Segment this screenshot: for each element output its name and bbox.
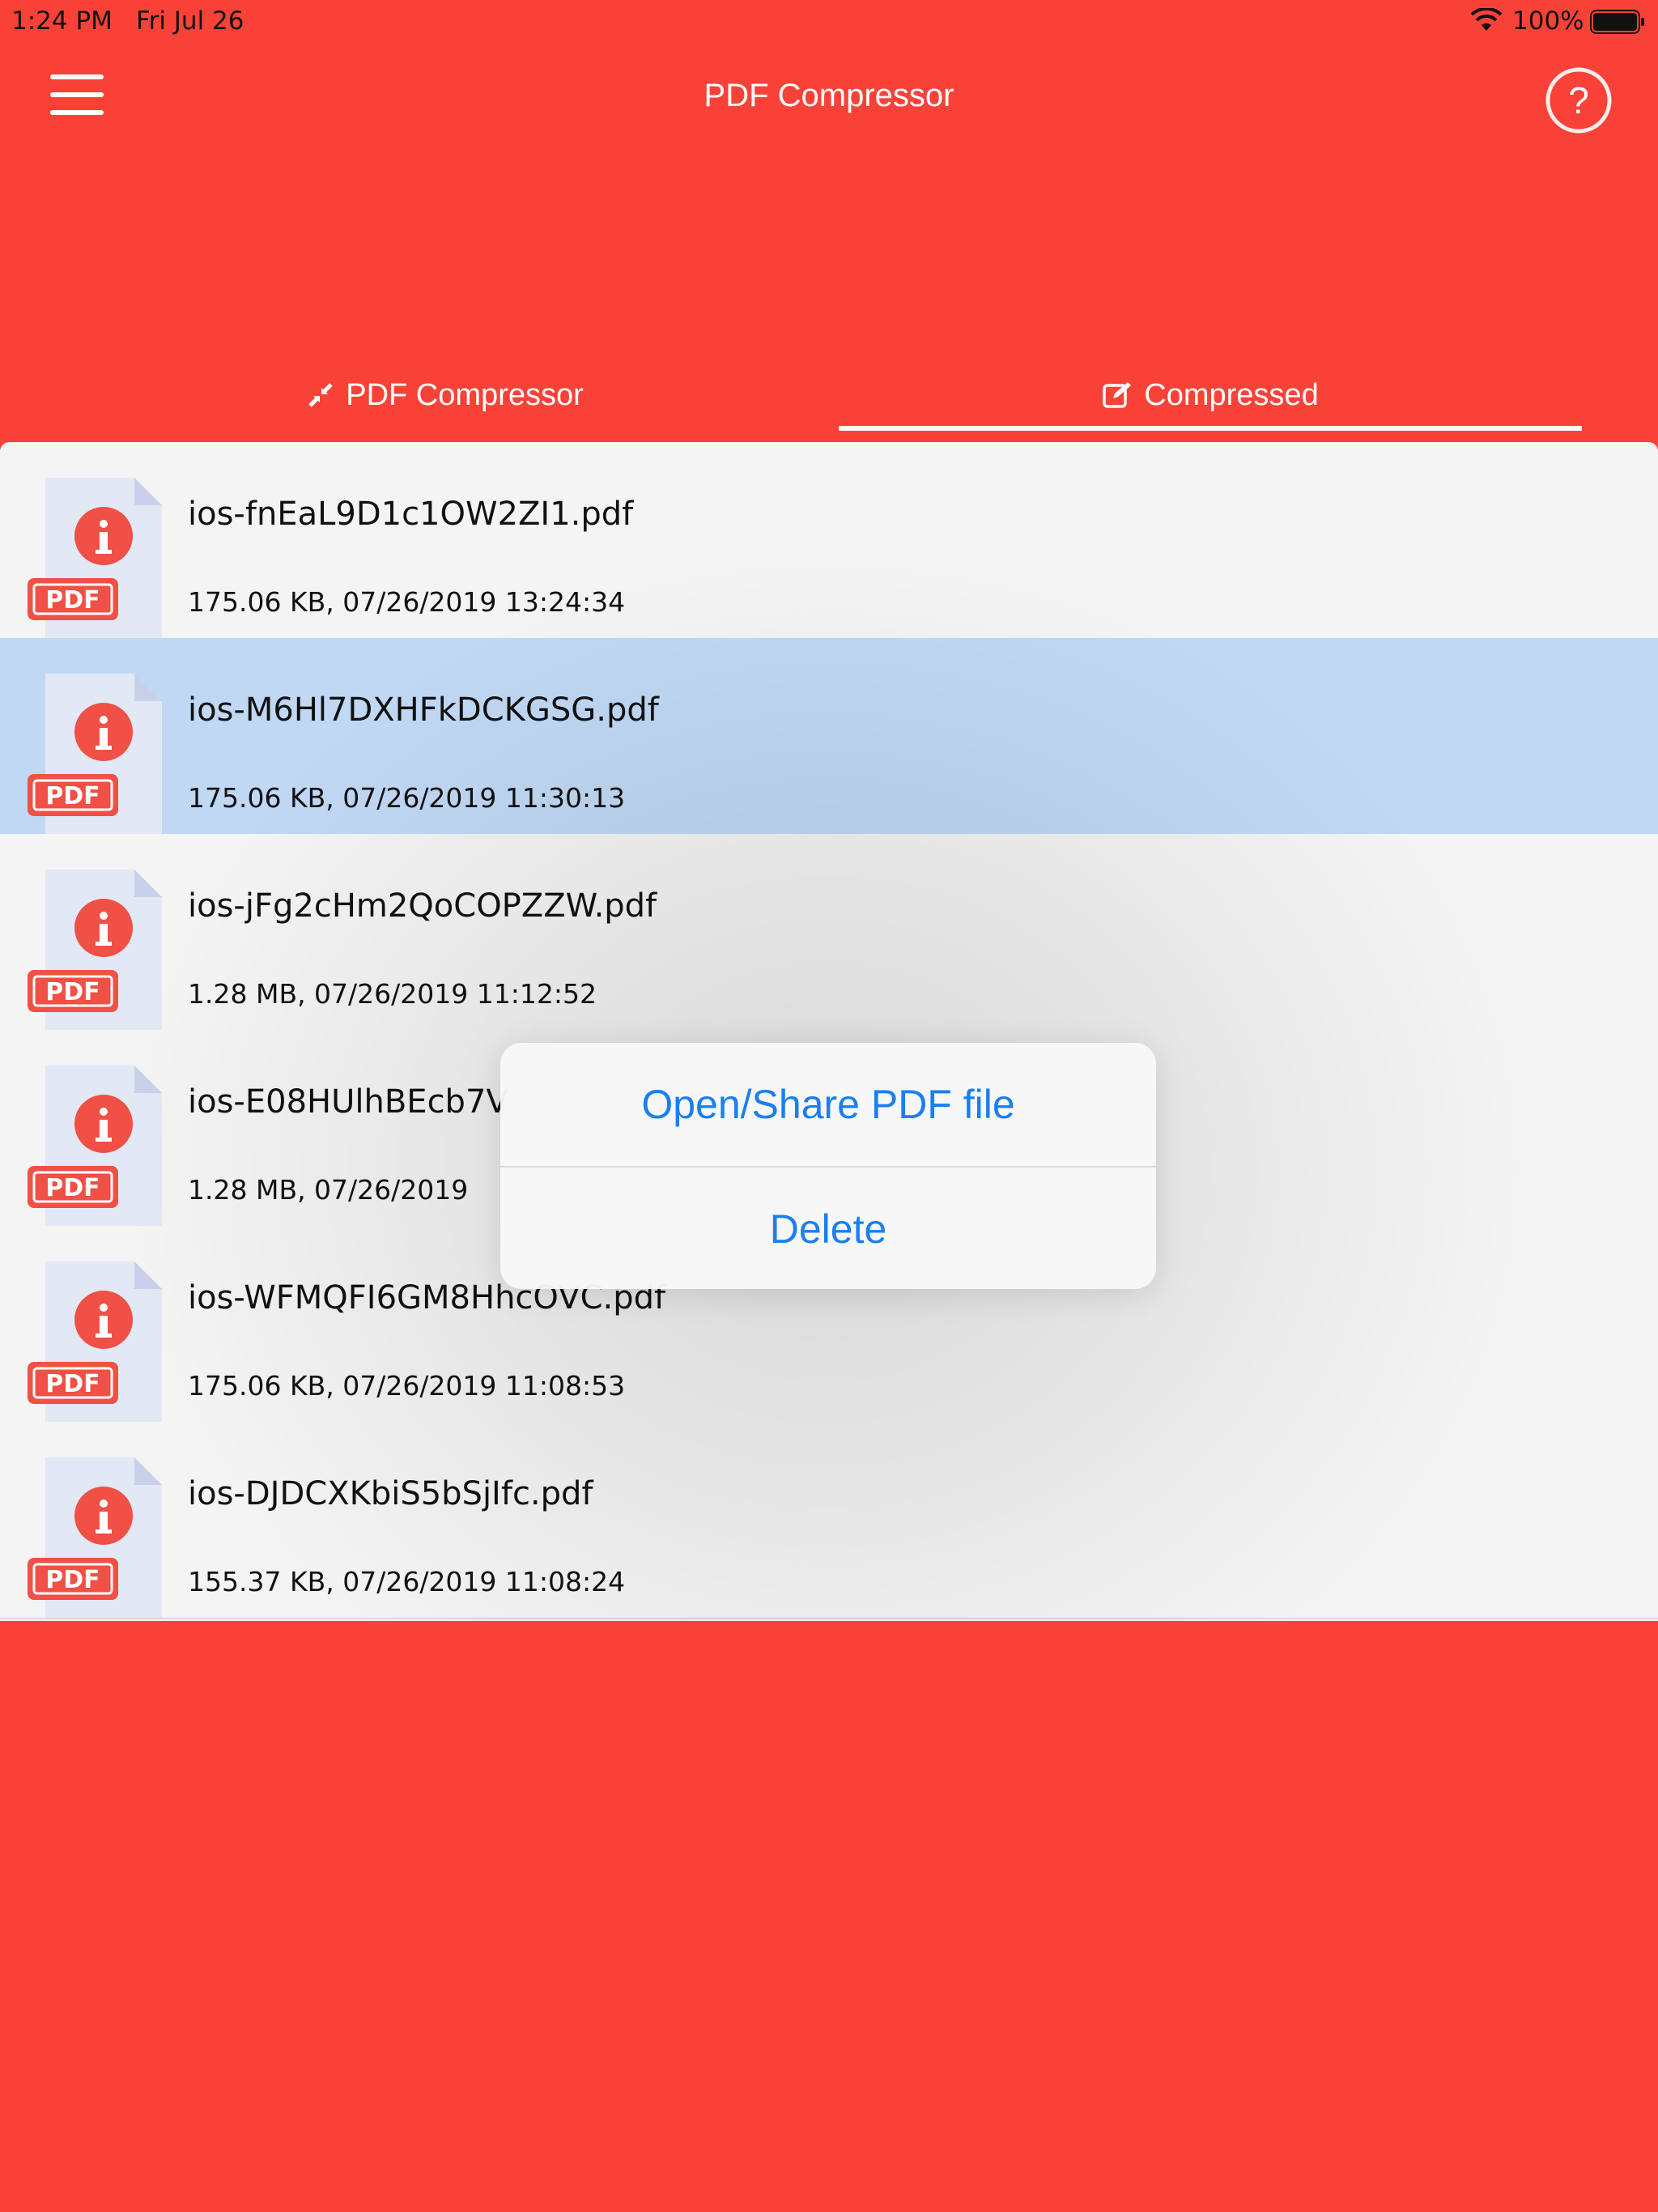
file-row[interactable]: PDF ios-fnEaL9D1c1OW2ZI1.pdf 175.06 KB, … [0, 442, 1658, 640]
status-time: 1:24 PM [11, 6, 113, 36]
file-name: ios-M6Hl7DXHFkDCKGSG.pdf [188, 691, 659, 729]
status-bar: 1:24 PM Fri Jul 26 100% [0, 0, 1658, 42]
file-meta: 175.06 KB, 07/26/2019 13:24:34 [188, 586, 626, 618]
file-row[interactable]: PDF ios-DJDCXKbiS5bSjIfc.pdf 155.37 KB, … [0, 1422, 1658, 1619]
file-name: ios-DJDCXKbiS5bSjIfc.pdf [188, 1475, 593, 1512]
svg-text:PDF: PDF [45, 1174, 100, 1202]
pdf-file-icon: PDF [26, 870, 164, 1030]
svg-text:PDF: PDF [45, 1370, 100, 1398]
tab-pdf-compressor-label: PDF Compressor [346, 377, 584, 412]
wifi-icon [1470, 6, 1503, 32]
file-name: ios-fnEaL9D1c1OW2ZI1.pdf [188, 496, 634, 533]
compress-arrows-icon [307, 381, 334, 409]
open-share-pdf-button[interactable]: Open/Share PDF file [500, 1043, 1156, 1166]
delete-button[interactable]: Delete [500, 1166, 1156, 1289]
file-meta: 175.06 KB, 07/26/2019 11:08:53 [188, 1370, 626, 1402]
file-meta: 1.28 MB, 07/26/2019 11:12:52 [188, 978, 597, 1010]
active-tab-indicator [839, 426, 1582, 431]
pdf-file-icon: PDF [26, 1261, 164, 1422]
file-name: ios-E08HUlhBEcb7V [188, 1083, 508, 1121]
pdf-file-icon: PDF [26, 1066, 164, 1226]
pdf-file-icon: PDF [26, 674, 164, 834]
pdf-file-icon: PDF [26, 478, 164, 638]
file-meta: 1.28 MB, 07/26/2019 [188, 1174, 469, 1206]
svg-text:PDF: PDF [45, 1566, 100, 1594]
tab-compressed-label: Compressed [1144, 377, 1319, 412]
file-meta: 175.06 KB, 07/26/2019 11:30:13 [188, 782, 626, 814]
svg-text:PDF: PDF [45, 586, 100, 615]
action-sheet: Open/Share PDF file Delete [500, 1043, 1156, 1289]
file-row-selected[interactable]: PDF ios-M6Hl7DXHFkDCKGSG.pdf 175.06 KB, … [0, 638, 1658, 836]
file-list: PDF ios-fnEaL9D1c1OW2ZI1.pdf 175.06 KB, … [0, 442, 1658, 1621]
file-meta: 155.37 KB, 07/26/2019 11:08:24 [188, 1566, 626, 1597]
file-row[interactable]: PDF ios-jFg2cHm2QoCOPZZW.pdf 1.28 MB, 07… [0, 834, 1658, 1032]
nav-bar: PDF Compressor ? [0, 42, 1658, 155]
help-icon[interactable]: ? [1543, 65, 1614, 136]
svg-text:PDF: PDF [45, 782, 100, 810]
status-date: Fri Jul 26 [136, 6, 244, 36]
tab-compressed[interactable]: Compressed [839, 356, 1582, 434]
page-title: PDF Compressor [704, 78, 954, 113]
edit-icon [1102, 381, 1133, 410]
tab-pdf-compressor[interactable]: PDF Compressor [65, 356, 826, 434]
svg-text:?: ? [1568, 79, 1589, 121]
file-name: ios-jFg2cHm2QoCOPZZW.pdf [188, 887, 657, 925]
battery-percentage: 100% [1512, 6, 1584, 36]
svg-text:PDF: PDF [45, 978, 100, 1006]
pdf-file-icon: PDF [26, 1457, 164, 1618]
tab-bar: PDF Compressor Compressed [0, 356, 1658, 434]
battery-icon [1590, 10, 1645, 34]
